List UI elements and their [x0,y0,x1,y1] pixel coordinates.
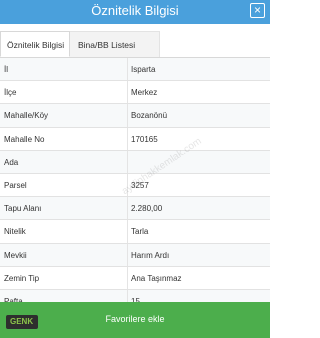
row-label: İlçe [4,88,17,98]
row-label: Nitelik [4,227,26,237]
column-divider [127,81,128,104]
row-label: Ada [4,157,19,167]
row-label: Parsel [4,180,27,190]
row-label: Mahalle/Köy [4,111,49,121]
column-divider [127,220,128,243]
tab-building-list[interactable]: Bina/BB Listesi [70,31,160,57]
column-divider [127,104,128,127]
table-row: Mahalle/Köy Bozanönü [0,104,270,128]
add-to-favorites-label: Favorilere ekle [105,314,165,324]
row-value: Ana Taşınmaz [131,273,182,283]
column-divider [127,173,128,197]
add-to-favorites-button[interactable]: GENK Favorilere ekle [0,302,270,338]
table-row: Mevkii Harım Ardı [0,243,270,267]
row-value: 2.280,00 [131,204,163,214]
row-label: Zemin Tip [4,273,40,283]
table-row: Nitelik Tarla [0,220,270,244]
table-row: Parsel 3257 [0,173,270,198]
row-value: Merkez [131,88,158,98]
row-value: Isparta [131,65,156,74]
row-value: Harım Ardı [131,250,170,260]
column-divider [127,266,128,289]
row-label: Tapu Alanı [4,204,42,214]
table-row: Ada [0,150,270,174]
row-label: İl [4,65,8,74]
column-divider [127,150,128,173]
tab-attribute-info[interactable]: Öznitelik Bilgisi [0,31,70,57]
table-row: Zemin Tip Ana Taşınmaz [0,266,270,290]
column-divider [127,127,128,150]
dialog-header: Öznitelik Bilgisi × [0,0,270,24]
row-value: 170165 [131,134,158,144]
row-label: Mevkii [4,250,27,260]
tab-bar: Öznitelik Bilgisi Bina/BB Listesi [0,31,270,58]
row-value: Bozanönü [131,111,168,121]
table-row: İlçe Merkez [0,81,270,105]
table-row: Tapu Alanı 2.280,00 [0,197,270,221]
close-icon[interactable]: × [250,3,265,18]
table-row: İl Isparta [0,58,270,82]
column-divider [127,243,128,266]
attribute-table: İl Isparta İlçe Merkez Mahalle/Köy Bozan… [0,58,270,314]
table-row: Mahalle No 170165 [0,127,270,151]
dialog-title: Öznitelik Bilgisi [91,3,179,18]
column-divider [127,58,128,81]
row-value: 3257 [131,180,149,190]
row-label: Mahalle No [4,134,45,144]
column-divider [127,197,128,220]
row-value: Tarla [131,227,149,237]
